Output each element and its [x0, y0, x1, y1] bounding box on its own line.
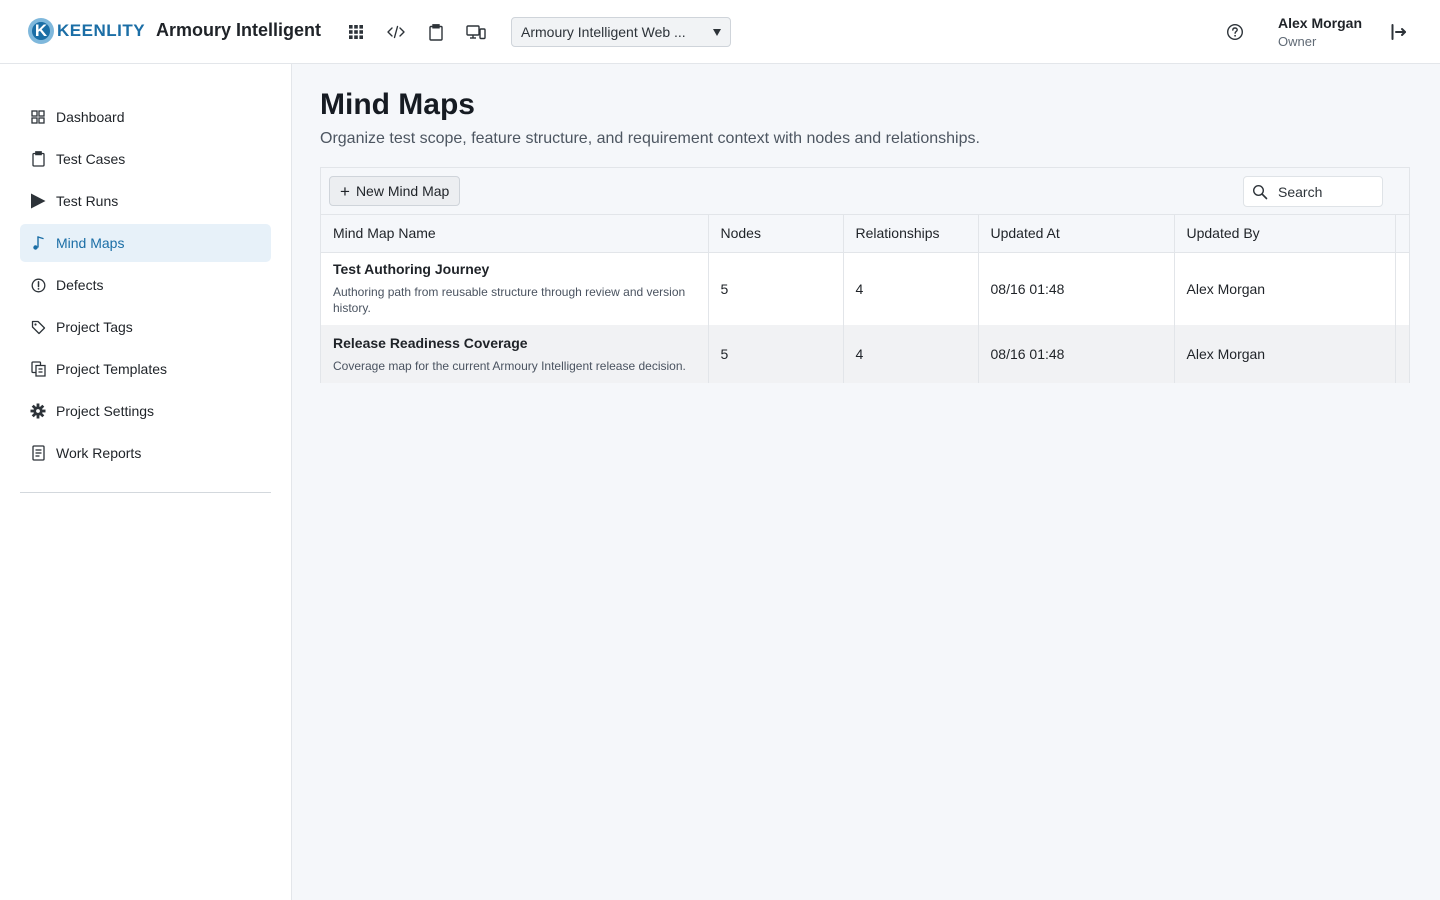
- nodes-cell: 5: [708, 325, 844, 383]
- mind-maps-panel: + New Mind Map Mind Map Name Nodes Relat…: [320, 167, 1410, 383]
- sidebar-item-test-runs[interactable]: Test Runs: [20, 182, 271, 220]
- sidebar-item-label: Project Settings: [56, 403, 155, 419]
- user-profile[interactable]: Alex Morgan Owner: [1278, 15, 1362, 49]
- sidebar-divider: [20, 492, 271, 493]
- updated-by-cell: Alex Morgan: [1174, 252, 1396, 325]
- search-input[interactable]: [1278, 183, 1374, 200]
- chevron-down-icon: [713, 29, 721, 36]
- mind-maps-table: Mind Map Name Nodes Relationships Update…: [321, 215, 1409, 383]
- search-icon: [1252, 184, 1268, 199]
- sidebar-item-defects[interactable]: Defects: [20, 266, 271, 304]
- mind-map-name-cell[interactable]: Release Readiness Coverage Coverage map …: [321, 325, 709, 383]
- logout-icon[interactable]: [1389, 22, 1409, 42]
- nodes-cell: 5: [708, 252, 844, 325]
- table-row[interactable]: Test Authoring Journey Authoring path fr…: [321, 252, 1409, 325]
- apps-grid-icon[interactable]: [344, 20, 368, 44]
- column-header-nodes[interactable]: Nodes: [708, 215, 844, 253]
- row-spacer: [1395, 252, 1409, 325]
- column-header-updated-by[interactable]: Updated By: [1174, 215, 1396, 253]
- top-header: K KEENLITY Armoury Intelligent Armoury I…: [0, 0, 1440, 64]
- search-box[interactable]: [1243, 176, 1383, 207]
- gear-icon: [30, 403, 46, 419]
- report-icon: [30, 445, 46, 461]
- sidebar-item-label: Mind Maps: [56, 235, 125, 251]
- page-subtitle: Organize test scope, feature structure, …: [320, 130, 980, 147]
- play-icon: [30, 193, 46, 209]
- mind-map-description: Authoring path from reusable structure t…: [333, 285, 686, 316]
- project-select-value: Armoury Intelligent Web ...: [521, 24, 686, 40]
- dashboard-icon: [30, 109, 46, 125]
- tag-icon: [30, 319, 46, 335]
- sidebar-item-dashboard[interactable]: Dashboard: [20, 98, 271, 136]
- page-title: Mind Maps: [320, 88, 475, 121]
- sidebar: Dashboard Test Cases Test Runs Mind Maps: [0, 64, 292, 900]
- updated-at-cell: 08/16 01:48: [978, 325, 1175, 383]
- updated-at-cell: 08/16 01:48: [978, 252, 1175, 325]
- sidebar-item-test-cases[interactable]: Test Cases: [20, 140, 271, 178]
- column-header-name[interactable]: Mind Map Name: [321, 215, 709, 253]
- column-header-spacer: [1395, 215, 1409, 253]
- help-icon[interactable]: [1225, 22, 1245, 42]
- column-header-relationships[interactable]: Relationships: [843, 215, 979, 253]
- brand-logo[interactable]: K KEENLITY: [28, 18, 145, 44]
- sidebar-item-label: Dashboard: [56, 109, 125, 125]
- code-icon[interactable]: [384, 20, 408, 44]
- logo-text: KEENLITY: [57, 21, 146, 40]
- sidebar-item-project-settings[interactable]: Project Settings: [20, 392, 271, 430]
- sidebar-item-label: Defects: [56, 277, 104, 293]
- sidebar-item-label: Test Runs: [56, 193, 119, 209]
- sidebar-item-label: Work Reports: [56, 445, 142, 461]
- new-mind-map-button[interactable]: + New Mind Map: [329, 176, 460, 206]
- updated-by-cell: Alex Morgan: [1174, 325, 1396, 383]
- mind-map-name[interactable]: Test Authoring Journey: [333, 261, 708, 277]
- clipboard-icon: [30, 151, 46, 167]
- alert-circle-icon: [30, 277, 46, 293]
- mind-map-name[interactable]: Release Readiness Coverage: [333, 335, 708, 351]
- logo-mark-icon: K: [28, 18, 54, 44]
- sidebar-item-project-tags[interactable]: Project Tags: [20, 308, 271, 346]
- app-title: Armoury Intelligent: [156, 20, 322, 40]
- logo-letter: K: [34, 21, 48, 40]
- devices-icon[interactable]: [464, 20, 488, 44]
- mind-map-description: Coverage map for the current Armoury Int…: [333, 358, 686, 373]
- row-spacer: [1395, 325, 1409, 383]
- relationships-cell: 4: [843, 252, 979, 325]
- sidebar-item-project-templates[interactable]: Project Templates: [20, 350, 271, 388]
- plus-icon: +: [340, 181, 350, 201]
- templates-icon: [30, 361, 46, 377]
- sidebar-item-label: Test Cases: [56, 151, 126, 167]
- sidebar-item-label: Project Tags: [56, 319, 133, 335]
- project-select[interactable]: Armoury Intelligent Web ...: [511, 17, 731, 47]
- sidebar-item-mind-maps[interactable]: Mind Maps: [20, 224, 271, 262]
- new-mind-map-label: New Mind Map: [355, 183, 450, 199]
- mind-map-name-cell[interactable]: Test Authoring Journey Authoring path fr…: [321, 252, 709, 325]
- sidebar-nav: Dashboard Test Cases Test Runs Mind Maps: [20, 98, 271, 476]
- user-name: Alex Morgan: [1278, 15, 1363, 31]
- table-toolbar: + New Mind Map: [321, 168, 1409, 215]
- column-header-updated-at[interactable]: Updated At: [978, 215, 1175, 253]
- clipboard-icon[interactable]: [424, 20, 448, 44]
- table-row[interactable]: Release Readiness Coverage Coverage map …: [321, 325, 1409, 383]
- table-header-row: Mind Map Name Nodes Relationships Update…: [321, 215, 1409, 253]
- sidebar-item-label: Project Templates: [56, 361, 168, 377]
- mind-map-icon: [30, 235, 46, 251]
- user-role: Owner: [1278, 34, 1317, 49]
- sidebar-item-work-reports[interactable]: Work Reports: [20, 434, 271, 472]
- relationships-cell: 4: [843, 325, 979, 383]
